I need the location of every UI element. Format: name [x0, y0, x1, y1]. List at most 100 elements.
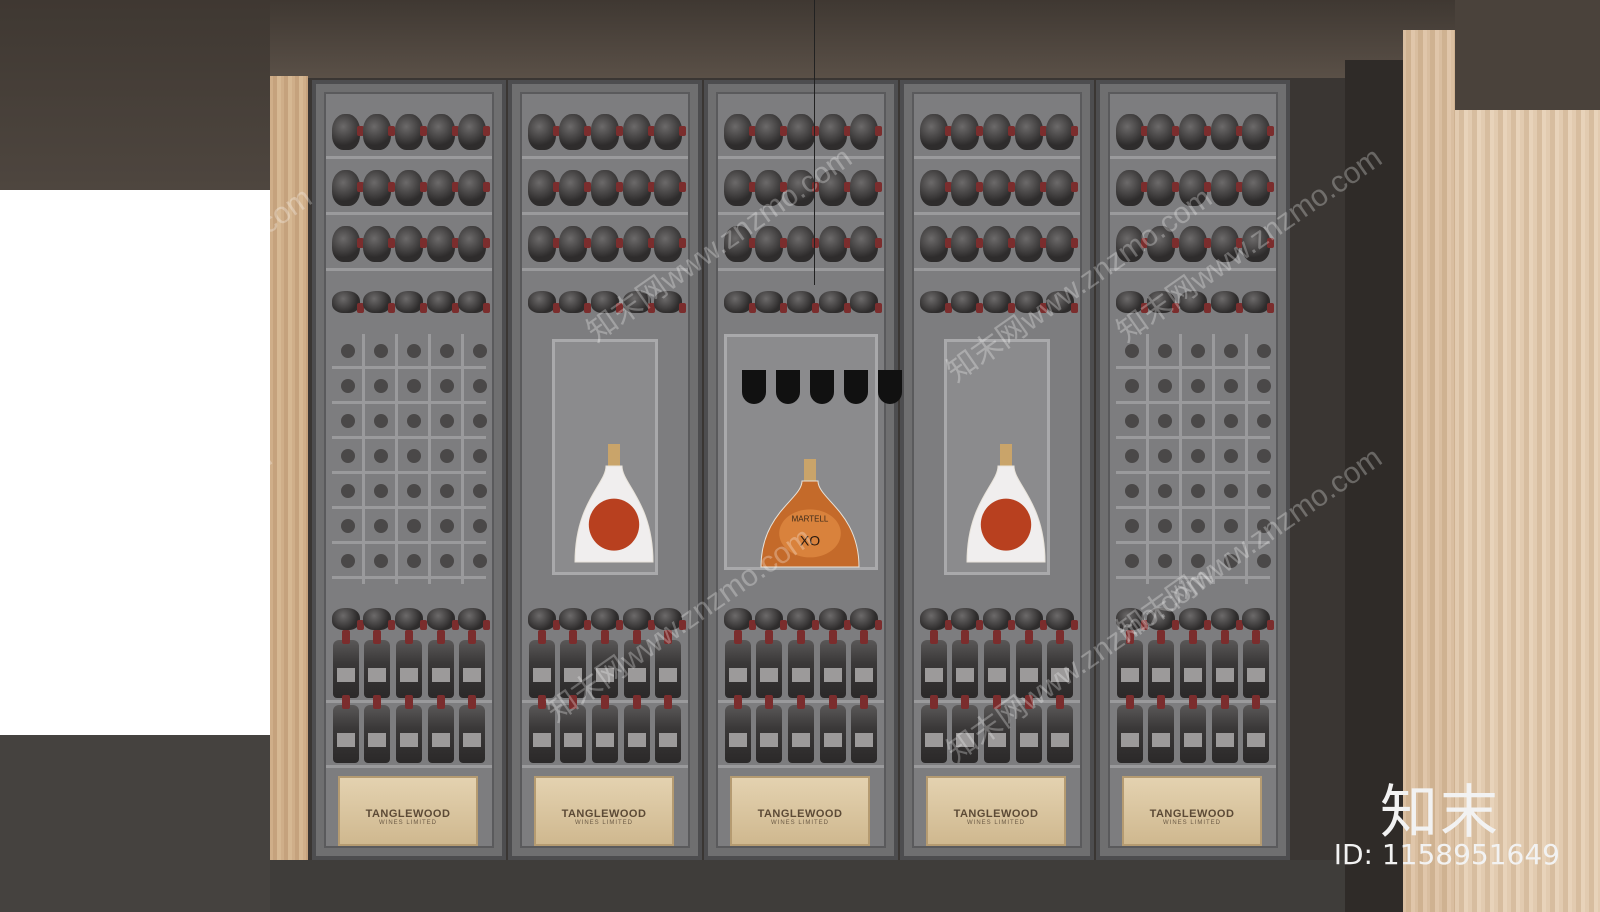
wine-bottle	[590, 170, 623, 206]
wine-bottle	[1243, 695, 1270, 763]
angled-rack	[722, 282, 883, 322]
wine-bottle	[755, 291, 788, 313]
wine-bottle	[331, 226, 364, 262]
wine-bottle	[724, 630, 751, 698]
angled-rack	[330, 282, 491, 322]
wine-bottle	[458, 226, 491, 262]
wine-bottle	[363, 170, 396, 206]
bottle-end	[1257, 484, 1271, 498]
bottle-end	[1191, 519, 1205, 533]
bottle-end	[341, 449, 355, 463]
crate-subtitle: WINES LIMITED	[1162, 820, 1221, 826]
bottle-row	[918, 224, 1079, 264]
shelf	[522, 765, 688, 768]
bottle-end	[407, 379, 421, 393]
floor-left	[0, 735, 280, 912]
wine-bottle	[332, 695, 359, 763]
shelf	[326, 765, 492, 768]
wine-bottle	[1148, 695, 1175, 763]
wine-bottle	[655, 695, 682, 763]
wine-bottle	[332, 630, 359, 698]
wine-bottle	[982, 114, 1015, 150]
wine-bottle	[331, 114, 364, 150]
cognac-bottle	[574, 444, 654, 563]
bottle-end	[473, 484, 487, 498]
wine-bottle	[1046, 608, 1079, 630]
wine-bottle	[426, 226, 459, 262]
bottle-end	[473, 554, 487, 568]
wine-bottle	[459, 695, 486, 763]
wine-bottle	[426, 291, 459, 313]
bottle-end	[1158, 344, 1172, 358]
bottle-row	[330, 112, 491, 152]
wine-bottle	[395, 630, 422, 698]
bottle-end	[1125, 414, 1139, 428]
wine-glass	[844, 370, 868, 404]
bottle-end	[440, 414, 454, 428]
bottle-end	[1125, 379, 1139, 393]
bottle-end	[407, 484, 421, 498]
bottle-row	[526, 112, 687, 152]
wine-bottle	[622, 170, 655, 206]
wine-bottle	[951, 170, 984, 206]
wine-bottle	[786, 608, 819, 630]
wine-cabinet[interactable]: TANGLEWOOD WINES LIMITED	[508, 80, 702, 860]
wine-bottle	[1147, 114, 1180, 150]
wine-bottle	[363, 114, 396, 150]
shelf	[718, 765, 884, 768]
wine-bottle	[1242, 608, 1275, 630]
bottle-end	[374, 519, 388, 533]
bottle-row	[1114, 112, 1275, 152]
crate-subtitle: WINES LIMITED	[574, 820, 633, 826]
wine-bottle	[1210, 291, 1243, 313]
wine-cabinet[interactable]: TANGLEWOOD WINES LIMITED	[312, 80, 506, 860]
shelf	[914, 212, 1080, 215]
shelf	[1110, 156, 1276, 159]
bottle-end	[1158, 554, 1172, 568]
ceiling-left-panel	[0, 0, 270, 190]
bottle-end	[440, 519, 454, 533]
wine-bottle	[331, 291, 364, 313]
bottle-end	[473, 519, 487, 533]
crate-brand: TANGLEWOOD	[365, 808, 451, 820]
shelf	[718, 268, 884, 271]
wine-bottle	[850, 170, 883, 206]
wine-bottle	[755, 608, 788, 630]
wine-glass	[776, 370, 800, 404]
bottle-end	[440, 449, 454, 463]
upright-bottle-row	[330, 630, 488, 698]
wine-crate: TANGLEWOOD WINES LIMITED	[730, 776, 870, 846]
wine-bottle	[426, 608, 459, 630]
wine-bottle	[559, 608, 592, 630]
ceiling-right-panel	[1455, 0, 1600, 110]
upright-bottle-row	[722, 630, 880, 698]
wine-bottle	[819, 630, 846, 698]
shelf	[522, 156, 688, 159]
bottle-end	[374, 344, 388, 358]
crate-brand: TANGLEWOOD	[1149, 808, 1235, 820]
bottle-end	[1125, 554, 1139, 568]
wine-bottle	[755, 114, 788, 150]
wine-bottle	[982, 226, 1015, 262]
shelf	[326, 212, 492, 215]
wine-bottle	[786, 291, 819, 313]
bottle-end	[1125, 449, 1139, 463]
crate-brand: TANGLEWOOD	[561, 808, 647, 820]
wine-bottle	[427, 695, 454, 763]
wine-bottle	[363, 608, 396, 630]
cognac-bottle	[966, 444, 1046, 563]
bottle-end	[1191, 379, 1205, 393]
wine-bottle	[1014, 608, 1047, 630]
cabinet-interior: TANGLEWOOD WINES LIMITED	[324, 92, 494, 848]
wine-bottle	[590, 226, 623, 262]
wine-bottle	[623, 695, 650, 763]
bottle-end	[374, 379, 388, 393]
wine-bottle	[395, 695, 422, 763]
wine-bottle	[919, 291, 952, 313]
crate-brand: TANGLEWOOD	[953, 808, 1039, 820]
shelf	[914, 765, 1080, 768]
wine-bottle	[952, 630, 979, 698]
wine-glass	[742, 370, 766, 404]
wine-bottle	[919, 226, 952, 262]
wine-bottle	[818, 291, 851, 313]
